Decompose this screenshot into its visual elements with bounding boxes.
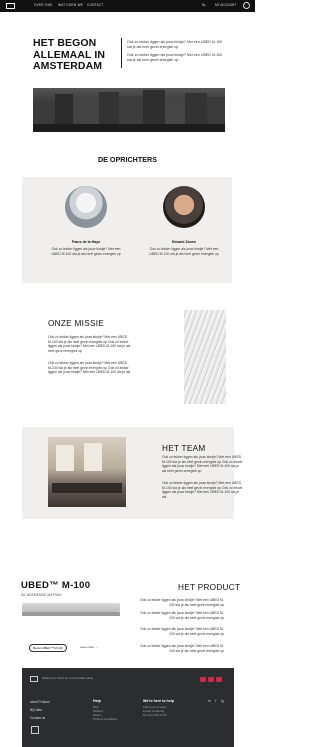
founder-name: Eduard Zanen [172,240,196,244]
mattress-image [22,603,120,612]
amsterdam-photo [33,88,225,132]
footer-support-heading: We're here to help [143,699,174,703]
team-paragraph: Ook zo lekker liggen als jouw kindje? Me… [162,455,243,473]
payment-icon [200,677,206,682]
mattress-fabric-photo [184,310,226,404]
product-tagline: DE ADEMENDE MATRAS [21,593,62,597]
linkedin-icon[interactable]: in [208,699,210,703]
founder-photo [163,186,205,228]
hero-title-line: AMSTERDAM [33,60,103,72]
founders-section [22,177,232,283]
mission-title: ONZE MISSIE [48,319,105,328]
hero-paragraph: Ook zo lekker liggen als jouw kindje? Me… [127,53,223,62]
read-more-link[interactable]: Lees meer → [80,645,98,649]
founders-title: DE OPRICHTERS [97,155,158,164]
footer-support-text: Mon-Fri 9:00-17:00 [143,713,167,717]
product-paragraph: Ook zo lekker liggen als jouw kindje? Me… [139,611,224,620]
logo-icon[interactable] [6,3,15,9]
founder-photo [65,186,107,228]
mission-paragraph: Ook zo lekker liggen als jouw kindje? Me… [48,335,131,353]
mattress-base [22,612,120,616]
nav-link-contact[interactable]: CONTACT [87,3,104,7]
account-link[interactable]: MY ACCOUNT [215,3,236,7]
nav-link-wat-doen-we[interactable]: WAT DOEN WE [58,3,83,7]
hero-divider [121,38,122,68]
product-logo: UBED™ M-100 [21,580,91,591]
hero-title: HET BEGON ALLEMAAL IN AMSTERDAM [33,37,133,73]
hero-title-line: HET BEGON [33,37,97,49]
mission-paragraph: Ook zo lekker liggen als jouw kindje? Me… [48,361,131,375]
hero-paragraph: Ook zo lekker liggen als jouw kindje? Me… [127,40,223,49]
instagram-icon[interactable]: ig [221,699,223,703]
facebook-icon[interactable]: f [215,699,216,703]
footer-tagline: Mattress by Ubed for a comfortable sleep [42,676,94,680]
founder-name: Frans de la Haye [71,240,101,244]
payment-icon [208,677,214,682]
team-title: HET TEAM [162,444,206,453]
product-paragraph: Ook zo lekker liggen als jouw kindje? Me… [139,644,224,653]
product-title: HET PRODUCT [178,583,241,592]
product-paragraph: Ook zo lekker liggen als jouw kindje? Me… [139,627,224,636]
footer-link[interactable]: Contact us [30,716,45,720]
team-office-photo [48,437,126,507]
nav-link-over-ons[interactable]: OVER ONS [34,3,52,7]
footer-link[interactable]: Bij Ubed [30,708,42,712]
footer-link[interactable]: Terms & Conditions [93,717,117,721]
cart-icon[interactable] [243,2,250,9]
language-switch[interactable]: NL [202,3,206,7]
order-button[interactable]: Bestel UBED™ M-100 [29,644,67,652]
footer-logo-icon[interactable] [30,676,38,682]
footer-brand-icon [31,726,39,734]
founder-bio: Ook zo lekker liggen als jouw kindje? Me… [51,247,121,256]
founder-bio: Ook zo lekker liggen als jouw kindje? Me… [149,247,219,256]
payment-icon [216,677,222,682]
hero-text: Ook zo lekker liggen als jouw kindje? Me… [127,40,227,63]
product-paragraph: Ook zo lekker liggen als jouw kindje? Me… [139,598,224,607]
top-navigation: OVER ONS WAT DOEN WE CONTACT NL MY ACCOU… [0,0,255,12]
team-paragraph: Ook zo lekker liggen als jouw kindje? Me… [162,481,243,499]
footer-help-heading: Help [93,699,101,703]
footer-link[interactable]: Ubed Product [30,700,50,704]
